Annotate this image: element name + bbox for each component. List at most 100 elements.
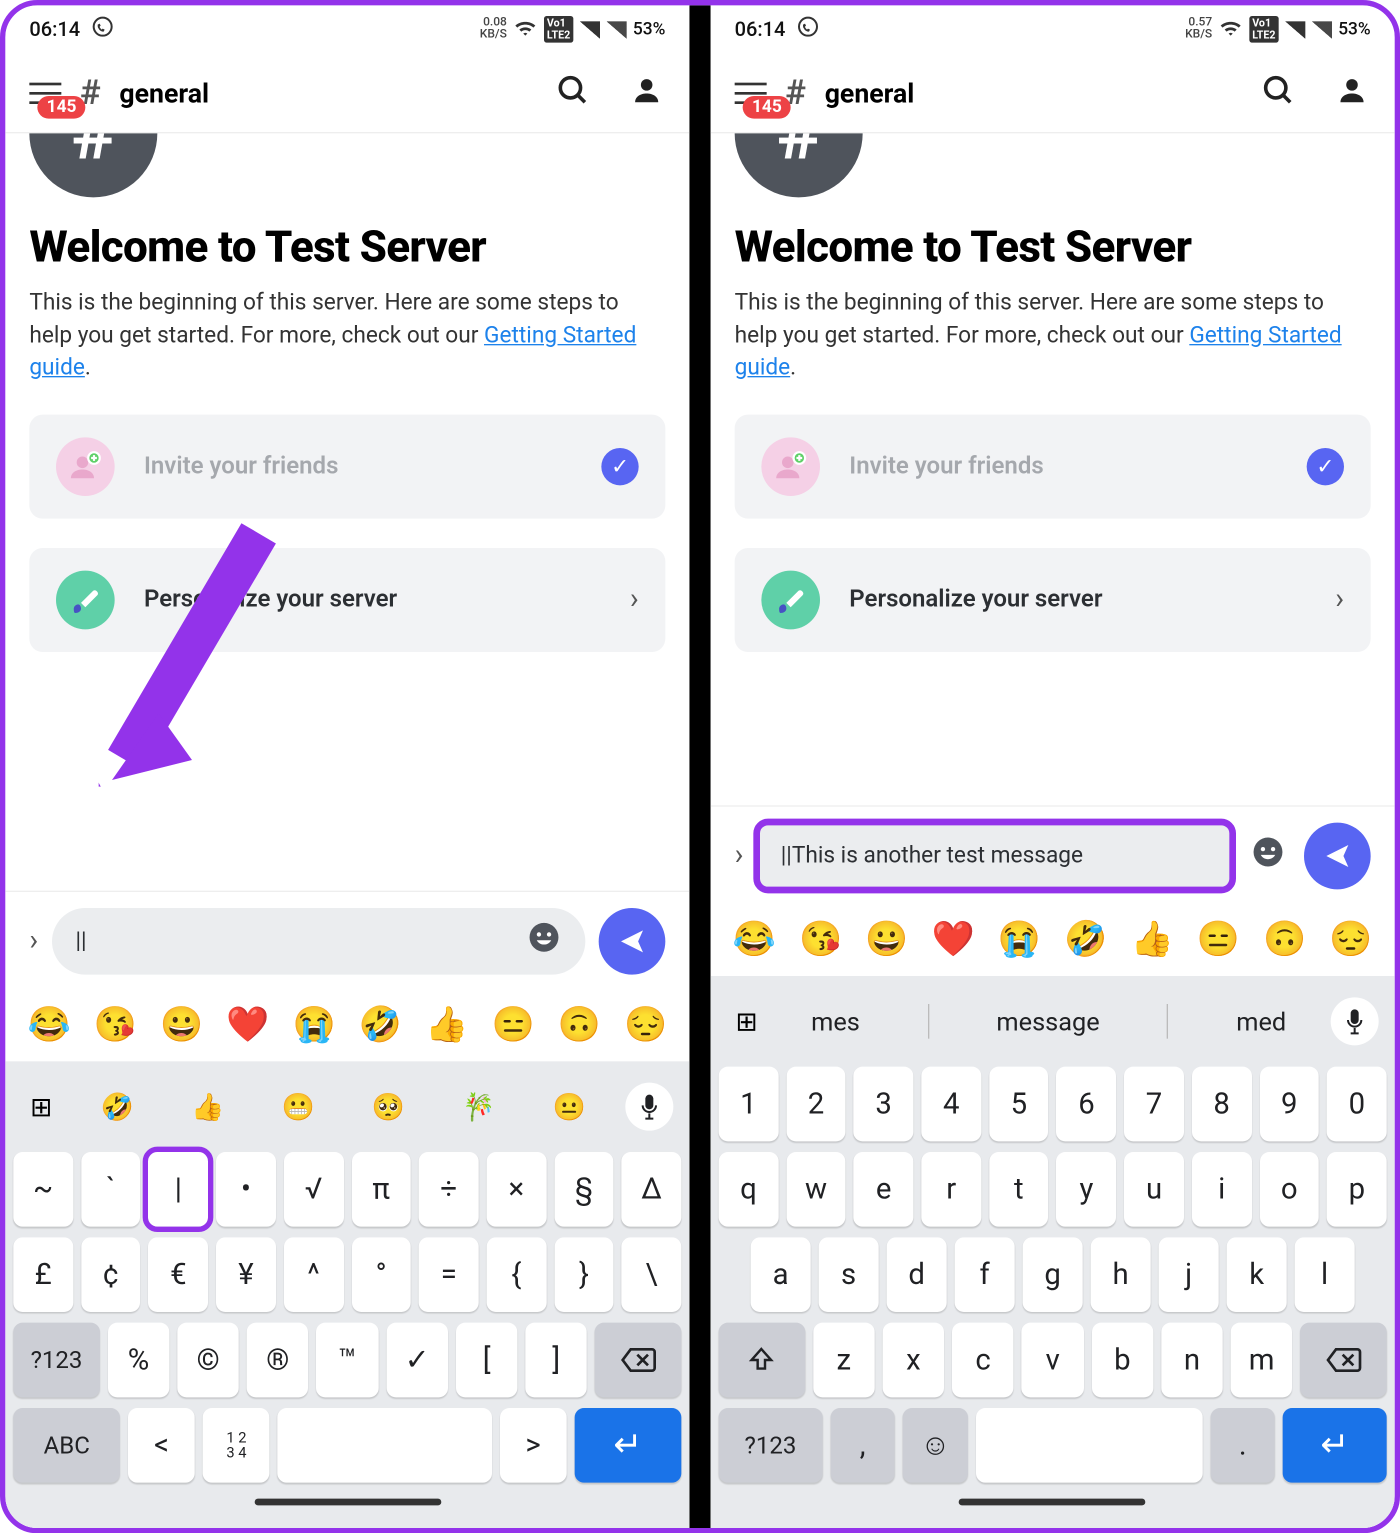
key-enter[interactable]: ↵ — [574, 1408, 681, 1483]
key[interactable]: h — [1091, 1237, 1151, 1312]
key[interactable]: c — [952, 1323, 1014, 1398]
key[interactable]: 1 — [719, 1067, 779, 1142]
grid-icon[interactable]: ⊞ — [727, 1005, 767, 1037]
key[interactable]: k — [1227, 1237, 1287, 1312]
nav-pill[interactable] — [959, 1498, 1146, 1505]
emoji[interactable]: 😘 — [799, 920, 842, 960]
members-icon[interactable] — [1333, 73, 1370, 113]
key[interactable]: § — [554, 1152, 614, 1227]
emoji-icon[interactable] — [1245, 834, 1290, 877]
key[interactable]: m — [1231, 1323, 1293, 1398]
key[interactable]: a — [751, 1237, 811, 1312]
sugg-word[interactable]: message — [996, 1006, 1099, 1037]
personalize-card[interactable]: Personalize your server › — [735, 548, 1371, 652]
mic-icon[interactable] — [1331, 997, 1379, 1045]
key[interactable]: π — [351, 1152, 411, 1227]
message-input[interactable]: ||This is another test message — [757, 822, 1232, 889]
key[interactable]: l — [1295, 1237, 1355, 1312]
key-period[interactable]: . — [1210, 1408, 1275, 1483]
key[interactable]: { — [487, 1237, 547, 1312]
key[interactable]: v — [1022, 1323, 1084, 1398]
emoji[interactable]: ❤️ — [226, 1005, 269, 1045]
emoji[interactable]: 😔 — [1329, 920, 1372, 960]
key-numpad[interactable]: 1 23 4 — [203, 1408, 270, 1483]
key[interactable]: ✓ — [386, 1323, 448, 1398]
send-button[interactable] — [599, 907, 666, 974]
key[interactable]: s — [819, 1237, 879, 1312]
key-pipe[interactable]: | — [149, 1152, 209, 1227]
invite-friends-card[interactable]: Invite your friends ✓ — [29, 415, 665, 519]
sugg-emoji[interactable]: 😐 — [553, 1091, 586, 1123]
expand-icon[interactable]: › — [29, 924, 38, 957]
emoji-strip[interactable]: 😂 😘 😀 ❤️ 😭 🤣 👍 😑 🙃 😔 — [5, 989, 689, 1061]
key[interactable]: = — [419, 1237, 479, 1312]
key[interactable]: g — [1023, 1237, 1083, 1312]
key[interactable]: © — [177, 1323, 239, 1398]
key[interactable]: 6 — [1057, 1067, 1117, 1142]
key[interactable]: < — [128, 1408, 195, 1483]
emoji[interactable]: 😔 — [624, 1005, 667, 1045]
key[interactable]: ] — [526, 1323, 588, 1398]
key[interactable]: > — [500, 1408, 567, 1483]
emoji[interactable]: 😭 — [293, 1005, 336, 1045]
key[interactable]: ^ — [284, 1237, 344, 1312]
key-emoji[interactable]: ☺ — [903, 1408, 968, 1483]
key[interactable]: r — [921, 1152, 981, 1227]
key-mode[interactable]: ?123 — [719, 1408, 823, 1483]
key[interactable]: 7 — [1124, 1067, 1184, 1142]
key[interactable]: ¢ — [81, 1237, 141, 1312]
sugg-word[interactable]: med — [1236, 1006, 1286, 1037]
key[interactable]: 9 — [1259, 1067, 1319, 1142]
emoji-strip[interactable]: 😂 😘 😀 ❤️ 😭 🤣 👍 😑 🙃 😔 — [711, 904, 1395, 976]
key-backspace[interactable] — [1300, 1323, 1386, 1398]
key[interactable]: e — [854, 1152, 914, 1227]
key[interactable]: √ — [284, 1152, 344, 1227]
emoji[interactable]: 😘 — [94, 1005, 137, 1045]
emoji[interactable]: 😑 — [1197, 920, 1240, 960]
key[interactable]: b — [1092, 1323, 1154, 1398]
key-abc[interactable]: ABC — [13, 1408, 120, 1483]
expand-icon[interactable]: › — [735, 839, 744, 872]
search-icon[interactable] — [556, 73, 591, 113]
key-space[interactable] — [278, 1408, 492, 1483]
key[interactable]: t — [989, 1152, 1049, 1227]
members-icon[interactable] — [628, 73, 665, 113]
emoji[interactable]: 🤣 — [1064, 920, 1107, 960]
mic-icon[interactable] — [625, 1083, 673, 1131]
search-icon[interactable] — [1261, 73, 1296, 113]
key[interactable]: d — [887, 1237, 947, 1312]
key[interactable]: } — [554, 1237, 614, 1312]
emoji[interactable]: 😂 — [733, 920, 776, 960]
key[interactable]: n — [1161, 1323, 1223, 1398]
key[interactable]: € — [149, 1237, 209, 1312]
sugg-emoji[interactable]: 🥺 — [372, 1091, 405, 1123]
key[interactable]: Δ — [622, 1152, 682, 1227]
sugg-word[interactable]: mes — [811, 1006, 860, 1037]
sugg-emoji[interactable]: 🎋 — [462, 1091, 495, 1123]
key[interactable]: ® — [247, 1323, 309, 1398]
emoji[interactable]: 👍 — [425, 1005, 468, 1045]
key[interactable]: ¥ — [216, 1237, 276, 1312]
key[interactable]: 0 — [1327, 1067, 1387, 1142]
emoji[interactable]: ❤️ — [932, 920, 975, 960]
emoji-icon[interactable] — [527, 919, 562, 962]
sugg-emoji[interactable]: 🤣 — [101, 1091, 134, 1123]
emoji[interactable]: 😀 — [865, 920, 908, 960]
key[interactable]: × — [487, 1152, 547, 1227]
message-input[interactable]: || — [51, 907, 585, 974]
grid-icon[interactable]: ⊞ — [21, 1091, 61, 1123]
key-enter[interactable]: ↵ — [1283, 1408, 1387, 1483]
key[interactable]: y — [1057, 1152, 1117, 1227]
key[interactable]: 5 — [989, 1067, 1049, 1142]
key[interactable]: ~ — [13, 1152, 73, 1227]
menu-button[interactable]: 145 — [29, 91, 61, 94]
emoji[interactable]: 😂 — [28, 1005, 71, 1045]
key[interactable]: q — [719, 1152, 779, 1227]
emoji[interactable]: 😑 — [491, 1005, 534, 1045]
sugg-emoji[interactable]: 😬 — [281, 1091, 314, 1123]
key[interactable]: j — [1159, 1237, 1219, 1312]
key[interactable]: p — [1327, 1152, 1387, 1227]
key[interactable]: 3 — [854, 1067, 914, 1142]
key[interactable]: • — [216, 1152, 276, 1227]
menu-button[interactable]: 145 — [735, 91, 767, 94]
